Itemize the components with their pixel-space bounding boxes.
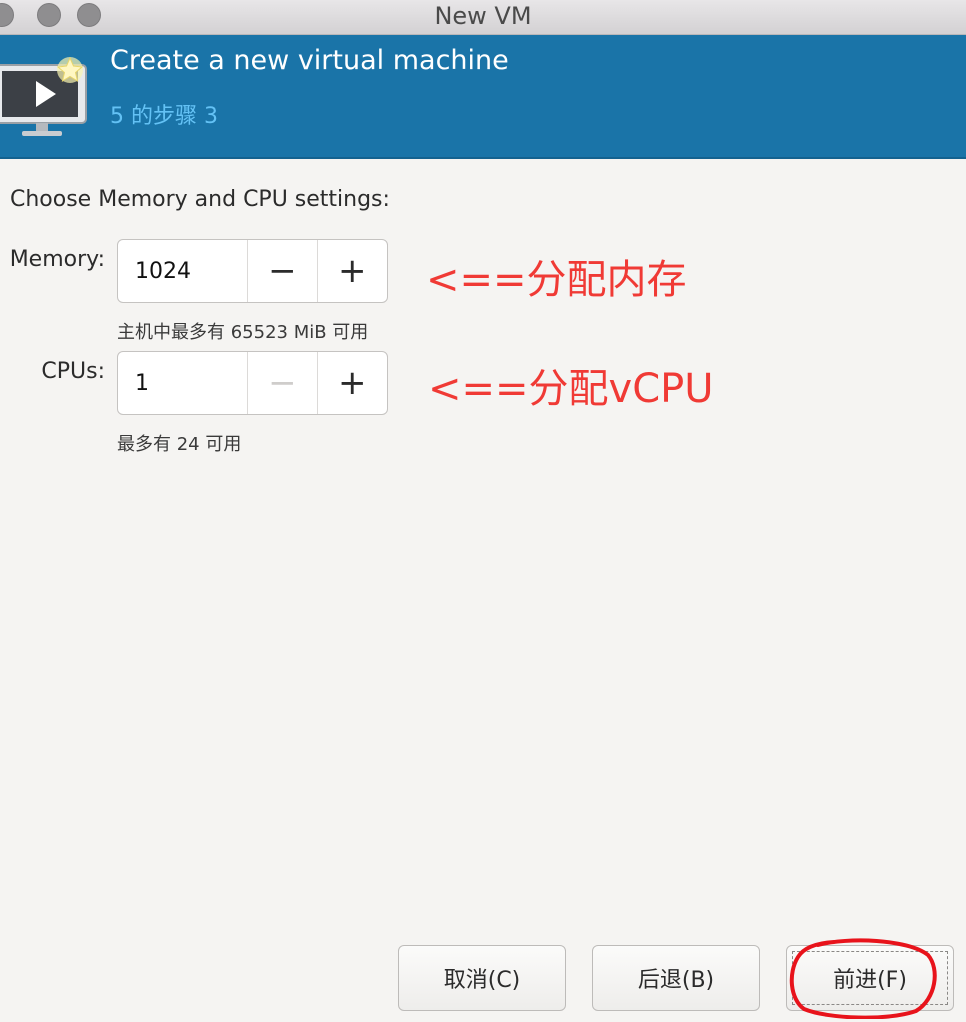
settings-prompt: Choose Memory and CPU settings: <box>10 187 390 212</box>
wizard-header: Create a new virtual machine 5 的步骤 3 <box>0 35 966 159</box>
minus-icon: − <box>268 251 297 291</box>
window-title: New VM <box>434 2 532 30</box>
cpus-decrement-button: − <box>248 352 318 414</box>
star-icon <box>56 56 84 83</box>
memory-decrement-button[interactable]: − <box>248 240 318 302</box>
plus-icon: + <box>338 251 367 291</box>
cancel-button[interactable]: 取消(C) <box>398 945 566 1011</box>
cpus-input[interactable]: 1 <box>118 352 249 414</box>
wizard-step-indicator: 5 的步骤 3 <box>110 104 218 129</box>
memory-input[interactable]: 1024 <box>118 240 249 302</box>
memory-increment-button[interactable]: + <box>318 240 387 302</box>
cpus-hint: 最多有 24 可用 <box>117 434 242 455</box>
cpus-label: CPUs: <box>41 359 105 384</box>
memory-annotation: <==分配内存 <box>426 257 687 303</box>
minus-icon: − <box>268 363 297 403</box>
back-button[interactable]: 后退(B) <box>592 945 760 1011</box>
forward-button[interactable]: 前进(F) <box>786 945 954 1011</box>
memory-hint: 主机中最多有 65523 MiB 可用 <box>117 322 369 343</box>
plus-icon: + <box>338 363 367 403</box>
memory-label: Memory: <box>9 247 105 272</box>
monitor-icon <box>0 56 87 136</box>
wizard-title: Create a new virtual machine <box>110 45 509 76</box>
cpu-annotation: <==分配vCPU <box>428 366 714 412</box>
cpus-spinbox: 1 − + <box>117 351 388 415</box>
memory-spinbox: 1024 − + <box>117 239 388 303</box>
window-titlebar: New VM <box>0 0 966 35</box>
cpus-increment-button[interactable]: + <box>318 352 387 414</box>
